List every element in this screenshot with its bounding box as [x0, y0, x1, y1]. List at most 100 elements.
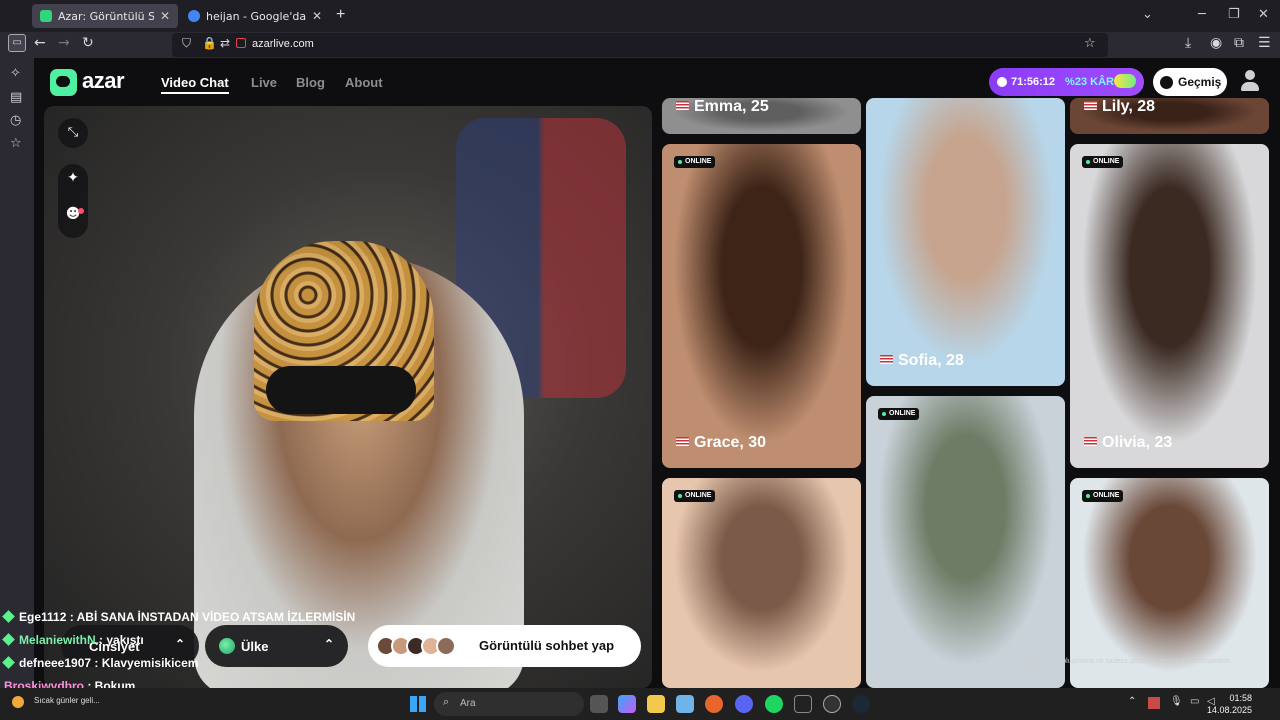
firefox-icon[interactable] — [705, 695, 723, 713]
camera-preview: ⤡ ✦ ☻ — [44, 106, 652, 688]
account-avatar-icon[interactable] — [1239, 70, 1261, 92]
steam-icon[interactable] — [852, 695, 870, 713]
profile-card[interactable]: Emma, 25 — [662, 98, 861, 134]
chat-text: : Klavyemisikicem — [91, 656, 199, 670]
windows-start-icon[interactable] — [410, 696, 426, 712]
search-icon: ⌕ — [443, 696, 450, 708]
history-button[interactable]: Geçmiş — [1153, 68, 1227, 96]
chevron-up-icon: ⌃ — [323, 637, 334, 651]
close-tab-icon[interactable]: ✕ — [312, 9, 322, 23]
account-icon[interactable]: ◉ — [1210, 35, 1222, 51]
tab-google[interactable]: heijan - Google'da Ara ✕ — [180, 4, 330, 28]
file-explorer-icon[interactable] — [647, 695, 665, 713]
history-icon[interactable]: ◷ — [10, 113, 21, 128]
synced-tabs-icon[interactable]: ▤ — [10, 90, 22, 105]
reload-icon[interactable]: ↻ — [82, 35, 94, 51]
url-text: azarlive.com — [252, 38, 314, 50]
copilot-icon[interactable] — [618, 695, 636, 713]
azar-logo-icon[interactable] — [50, 69, 77, 96]
minimize-video-icon[interactable]: ⤡ — [58, 118, 88, 148]
profile-card[interactable]: ONLINE — [662, 478, 861, 688]
chevron-up-icon: ⌃ — [174, 637, 185, 651]
profile-card[interactable]: ONLINE Grace, 30 — [662, 144, 861, 468]
back-arrow-icon[interactable]: ← — [34, 35, 46, 51]
google-favicon-icon — [188, 10, 200, 22]
shield-icon[interactable]: ⛉ — [182, 36, 191, 51]
weather-text[interactable]: Sıcak günler geli... — [34, 696, 100, 705]
country-label: Ülke — [241, 638, 269, 654]
clock-date: 14.08.2025 — [1206, 705, 1252, 715]
promo-discount: %23 KÂR — [1065, 76, 1114, 88]
maximize-button[interactable]: ❐ — [1228, 7, 1240, 22]
promo-timer-badge[interactable]: 71:56:12 %23 KÂR — [989, 68, 1144, 96]
tab-list-chevron-icon[interactable]: ⌄ — [1142, 7, 1153, 22]
close-window-button[interactable]: ✕ — [1258, 7, 1269, 22]
obs-icon[interactable] — [823, 695, 841, 713]
address-bar[interactable]: ⛉ 🔒 ⇄ azarlive.com ☆ — [172, 33, 1108, 57]
bookmark-star-icon[interactable]: ☆ — [1084, 36, 1096, 51]
diamond-icon — [2, 610, 15, 623]
nav-about[interactable]: About — [345, 75, 383, 90]
tab-azar[interactable]: Azar: Görüntülü Sohbet, Arkadaş ✕ — [32, 4, 178, 28]
microphone-icon[interactable]: 🎙 — [1170, 696, 1183, 707]
bookmarks-icon[interactable]: ☆ — [10, 136, 22, 151]
permissions-icon[interactable]: ⇄ — [220, 36, 230, 50]
history-clock-icon — [1160, 75, 1173, 89]
taskbar-clock[interactable]: 01:58 14.08.2025 — [1207, 692, 1252, 716]
capcut-icon[interactable] — [794, 695, 812, 713]
sidebar-toggle-icon[interactable]: ▭ — [8, 34, 26, 52]
chat-text: : ABİ SANA İNSTADAN VİDEO ATSAM İZLERMİS… — [66, 610, 356, 624]
chat-username: defneee1907 — [19, 656, 92, 670]
profile-name: Olivia, 23 — [1084, 434, 1172, 452]
close-tab-icon[interactable]: ✕ — [160, 9, 170, 23]
promo-time: 71:56:12 — [1011, 76, 1056, 88]
profile-name-text: Emma, 25 — [694, 98, 769, 115]
extensions-icon[interactable]: ⧉ — [1234, 35, 1244, 51]
lock-icon[interactable]: 🔒 — [202, 36, 217, 50]
browser-sidebar: ✧ ▤ ◷ ☆ — [0, 58, 34, 688]
profile-card[interactable]: Lily, 28 — [1070, 98, 1269, 134]
globe-icon — [219, 638, 235, 654]
profile-card[interactable]: ONLINE — [866, 396, 1065, 688]
profile-name-text: Lily, 28 — [1102, 98, 1156, 115]
tray-chevron-icon[interactable]: ⌃ — [1128, 696, 1136, 707]
taskbar-search[interactable]: ⌕ Ara — [434, 692, 584, 716]
us-flag-icon — [676, 101, 689, 110]
new-tab-button[interactable]: + — [336, 6, 345, 24]
profile-name-text: Olivia, 23 — [1102, 434, 1173, 451]
network-icon[interactable]: ▭ — [1190, 696, 1199, 707]
profile-card[interactable]: ONLINE — [1070, 478, 1269, 688]
profile-card[interactable]: ONLINE Olivia, 23 — [1070, 144, 1269, 468]
sparkle-effects-icon[interactable]: ✦ — [58, 170, 88, 186]
country-filter-button[interactable]: Ülke ⌃ — [205, 625, 348, 667]
nav-video-chat[interactable]: Video Chat — [161, 75, 229, 94]
us-flag-icon — [880, 355, 893, 364]
nav-blog[interactable]: Blog — [296, 75, 325, 90]
tab-title: heijan - Google'da Ara — [206, 9, 306, 23]
task-view-icon[interactable] — [590, 695, 608, 713]
menu-icon[interactable]: ☰ — [1258, 35, 1271, 51]
profile-name: Emma, 25 — [676, 98, 769, 116]
us-flag-icon — [676, 437, 689, 446]
start-video-chat-button[interactable]: Görüntülü sohbet yap — [368, 625, 641, 667]
discord-icon[interactable] — [735, 695, 753, 713]
profile-name: Sofia, 28 — [880, 352, 964, 370]
weather-icon[interactable] — [12, 696, 24, 708]
tray-app-icon[interactable] — [1148, 697, 1160, 709]
profile-card[interactable]: Sofia, 28 — [866, 98, 1065, 386]
downloads-icon[interactable]: ⤓ — [1185, 35, 1191, 51]
search-placeholder: Ara — [460, 698, 476, 709]
forward-arrow-icon[interactable]: → — [58, 35, 70, 51]
minimize-button[interactable]: ─ — [1198, 7, 1206, 22]
nav-live[interactable]: Live — [251, 75, 277, 90]
spotify-icon[interactable] — [765, 695, 783, 713]
online-badge: ONLINE — [674, 490, 716, 502]
store-icon[interactable] — [676, 695, 694, 713]
camera-permission-icon[interactable] — [236, 38, 246, 48]
chat-username: MelaniewithN. — [19, 633, 100, 647]
azar-logo-text[interactable]: azar — [82, 68, 125, 94]
azar-favicon-icon — [40, 10, 52, 22]
chat-message: Ege1112 : ABİ SANA İNSTADAN VİDEO ATSAM … — [2, 610, 356, 624]
browser-tab-bar: Azar: Görüntülü Sohbet, Arkadaş ✕ heijan… — [0, 0, 1280, 32]
ai-chatbot-icon[interactable]: ✧ — [10, 66, 21, 81]
